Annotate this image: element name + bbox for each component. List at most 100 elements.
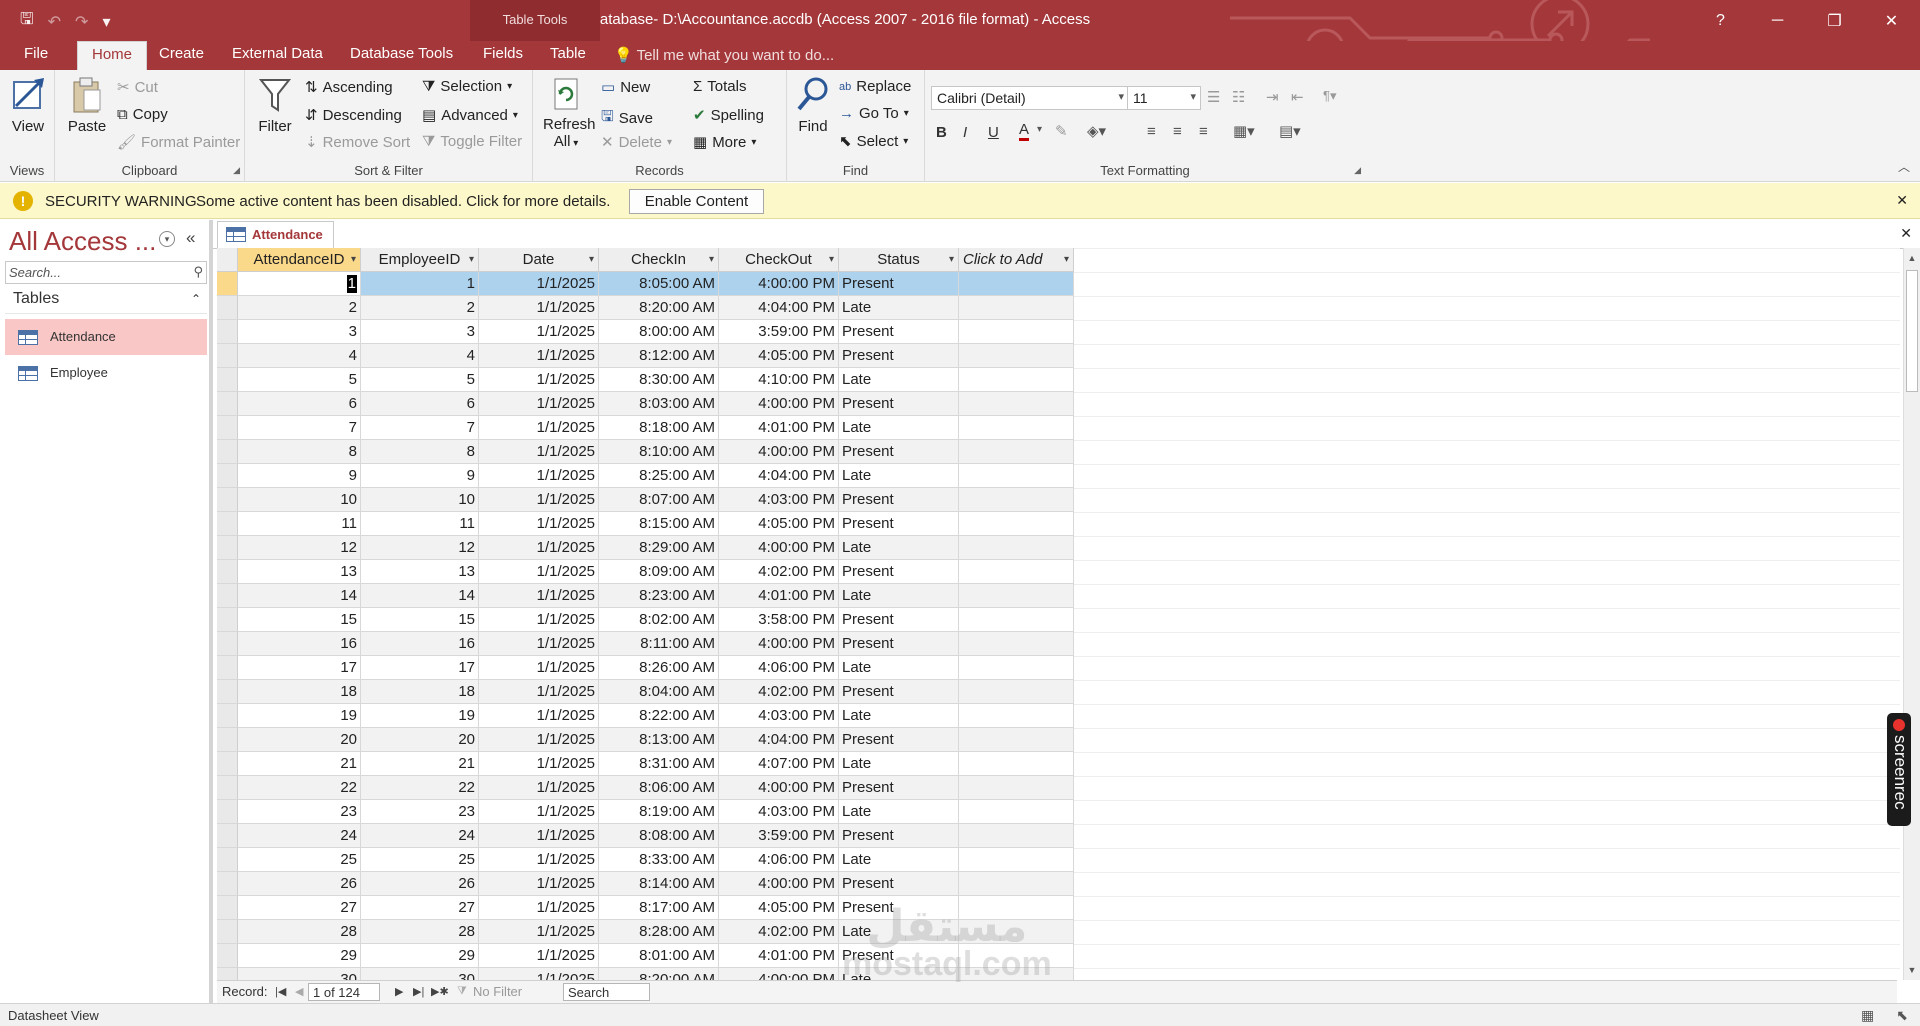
column-header[interactable]: AttendanceID ▾ — [238, 248, 361, 272]
table-cell[interactable]: 30 — [238, 968, 361, 980]
table-cell[interactable]: Present — [839, 872, 959, 896]
cut-button[interactable]: ✂ Cut — [117, 78, 158, 97]
table-cell[interactable] — [959, 872, 1074, 896]
record-selector[interactable] — [217, 944, 238, 968]
table-cell[interactable]: 1/1/2025 — [479, 488, 599, 512]
table-cell[interactable]: 3:59:00 PM — [719, 320, 839, 344]
record-selector[interactable] — [217, 344, 238, 368]
table-cell[interactable]: Late — [839, 752, 959, 776]
replace-button[interactable]: ab Replace — [839, 78, 911, 95]
refresh-all-button[interactable]: Refresh All ▾ — [543, 76, 596, 150]
record-selector[interactable] — [217, 800, 238, 824]
table-cell[interactable]: 8:18:00 AM — [599, 416, 719, 440]
no-filter-indicator[interactable]: No Filter — [473, 984, 522, 999]
gridlines-icon[interactable]: ▦▾ — [1233, 122, 1255, 140]
table-cell[interactable]: 4:03:00 PM — [719, 488, 839, 512]
table-cell[interactable]: 8:00:00 AM — [599, 320, 719, 344]
table-cell[interactable] — [959, 680, 1074, 704]
chevron-down-icon[interactable]: ▾ — [159, 231, 175, 247]
table-cell[interactable]: Present — [839, 344, 959, 368]
underline-button[interactable]: U — [988, 124, 999, 141]
table-cell[interactable]: 4:02:00 PM — [719, 680, 839, 704]
table-row[interactable]: 11 11 1/1/2025 8:15:00 AM 4:05:00 PM Present — [217, 512, 1074, 536]
table-cell[interactable]: Late — [839, 800, 959, 824]
table-cell[interactable]: 8:23:00 AM — [599, 584, 719, 608]
table-cell[interactable]: 8:20:00 AM — [599, 296, 719, 320]
shutter-bar-collapse-icon[interactable]: « — [186, 228, 195, 248]
table-cell[interactable]: 1/1/2025 — [479, 560, 599, 584]
table-cell[interactable]: 27 — [361, 896, 479, 920]
table-cell[interactable]: 1/1/2025 — [479, 776, 599, 800]
table-cell[interactable]: 15 — [238, 608, 361, 632]
table-cell[interactable]: 1/1/2025 — [479, 896, 599, 920]
align-center-icon[interactable]: ≡ — [1173, 123, 1182, 140]
record-selector[interactable] — [217, 320, 238, 344]
italic-button[interactable]: I — [963, 124, 967, 141]
table-cell[interactable]: 26 — [361, 872, 479, 896]
record-selector[interactable] — [217, 872, 238, 896]
record-search-input[interactable]: Search — [563, 983, 650, 1001]
table-cell[interactable]: 21 — [238, 752, 361, 776]
column-header[interactable]: Status ▾ — [839, 248, 959, 272]
record-selector[interactable] — [217, 512, 238, 536]
table-cell[interactable]: 18 — [238, 680, 361, 704]
table-row[interactable]: 26 26 1/1/2025 8:14:00 AM 4:00:00 PM Present — [217, 872, 1074, 896]
goto-button[interactable]: → Go To ▾ — [839, 105, 909, 122]
table-cell[interactable]: Present — [839, 272, 959, 296]
table-cell[interactable]: 26 — [238, 872, 361, 896]
table-cell[interactable]: 4:00:00 PM — [719, 440, 839, 464]
table-cell[interactable]: 4:02:00 PM — [719, 560, 839, 584]
selection-button[interactable]: ⧩ Selection ▾ — [422, 78, 512, 95]
view-button[interactable]: View — [6, 76, 50, 135]
format-painter-button[interactable]: 🖌 Format Painter — [117, 133, 240, 152]
document-tab-attendance[interactable]: Attendance — [217, 221, 334, 248]
table-cell[interactable]: 4:06:00 PM — [719, 656, 839, 680]
table-cell[interactable]: 4:10:00 PM — [719, 368, 839, 392]
font-size-select[interactable]: 11 — [1127, 86, 1201, 110]
table-cell[interactable]: 8:01:00 AM — [599, 944, 719, 968]
table-cell[interactable]: 16 — [361, 632, 479, 656]
table-cell[interactable] — [959, 632, 1074, 656]
more-button[interactable]: ▦ More ▾ — [693, 133, 756, 152]
table-cell[interactable]: 24 — [238, 824, 361, 848]
new-record-icon[interactable]: ▶✱ — [431, 985, 449, 998]
screenrec-widget[interactable]: screenrec — [1887, 713, 1911, 826]
table-cell[interactable]: Present — [839, 728, 959, 752]
table-cell[interactable]: 28 — [361, 920, 479, 944]
table-cell[interactable] — [959, 824, 1074, 848]
table-cell[interactable]: 8 — [238, 440, 361, 464]
table-cell[interactable]: 8:33:00 AM — [599, 848, 719, 872]
table-cell[interactable]: 4:05:00 PM — [719, 344, 839, 368]
table-cell[interactable]: 1/1/2025 — [479, 344, 599, 368]
table-cell[interactable] — [959, 800, 1074, 824]
tab-create[interactable]: Create — [159, 45, 204, 62]
table-cell[interactable]: 13 — [361, 560, 479, 584]
alternate-row-color-icon[interactable]: ▤▾ — [1279, 122, 1301, 140]
table-row[interactable]: 10 10 1/1/2025 8:07:00 AM 4:03:00 PM Present — [217, 488, 1074, 512]
table-cell[interactable]: 1/1/2025 — [479, 296, 599, 320]
tab-file[interactable]: File — [24, 45, 48, 62]
chevron-down-icon[interactable]: ▾ — [1064, 248, 1069, 271]
table-row[interactable]: 1 1 1/1/2025 8:05:00 AM 4:00:00 PM Present — [217, 272, 1074, 296]
design-view-icon[interactable]: ⬉ — [1896, 1007, 1908, 1024]
table-cell[interactable]: 1/1/2025 — [479, 728, 599, 752]
table-cell[interactable]: 1/1/2025 — [479, 752, 599, 776]
table-cell[interactable]: 1/1/2025 — [479, 608, 599, 632]
vertical-scrollbar[interactable]: ▲ ▼ — [1903, 248, 1920, 980]
next-record-icon[interactable]: ▶ — [395, 985, 403, 998]
close-button[interactable]: ✕ — [1863, 0, 1920, 41]
table-cell[interactable]: 8:13:00 AM — [599, 728, 719, 752]
table-cell[interactable]: Present — [839, 560, 959, 584]
table-cell[interactable]: 17 — [361, 656, 479, 680]
table-cell[interactable]: 8:04:00 AM — [599, 680, 719, 704]
nav-pane-header[interactable]: All Access ... — [9, 226, 156, 257]
record-selector[interactable] — [217, 848, 238, 872]
table-cell[interactable]: Present — [839, 488, 959, 512]
fill-color-icon[interactable]: ◈▾ — [1087, 122, 1106, 140]
record-selector[interactable] — [217, 920, 238, 944]
table-cell[interactable]: 14 — [238, 584, 361, 608]
scroll-up-icon[interactable]: ▲ — [1904, 250, 1920, 266]
table-row[interactable]: 12 12 1/1/2025 8:29:00 AM 4:00:00 PM Late — [217, 536, 1074, 560]
font-color-icon[interactable]: A — [1019, 122, 1030, 141]
record-selector[interactable] — [217, 392, 238, 416]
